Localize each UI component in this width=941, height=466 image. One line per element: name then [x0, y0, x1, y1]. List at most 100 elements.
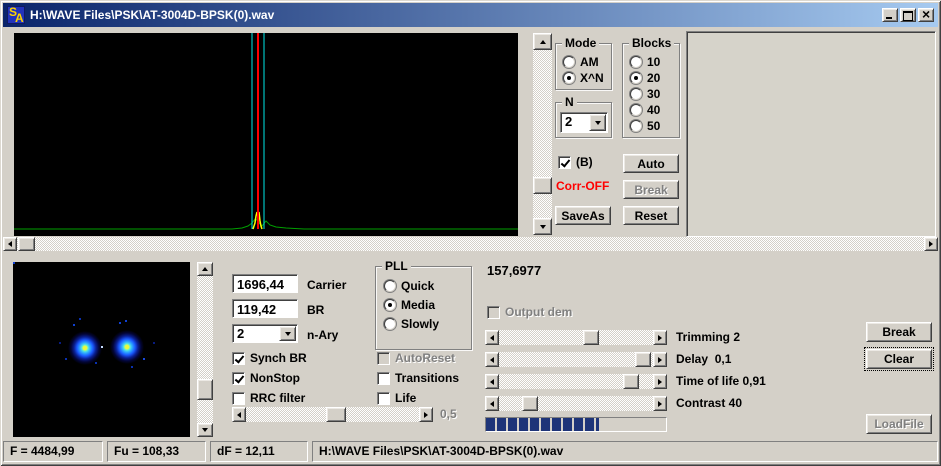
radio-blocks-40[interactable]: 40 — [630, 103, 660, 117]
radio-pll-slowly[interactable]: Slowly — [384, 317, 439, 331]
slider-left-button[interactable] — [485, 352, 499, 367]
slider-track[interactable] — [485, 374, 667, 389]
progress-bar — [485, 417, 667, 432]
slider-thumb[interactable] — [623, 374, 639, 389]
constellation-display — [13, 262, 190, 437]
radio-pll-media[interactable]: Media — [384, 298, 435, 312]
close-icon[interactable] — [918, 8, 934, 22]
reset-button[interactable]: Reset — [623, 206, 679, 225]
radio-label: AM — [580, 55, 599, 69]
autoreset-checkbox: AutoReset — [377, 351, 455, 365]
right-arrow-icon — [929, 241, 933, 247]
radio-mode-xn[interactable]: X^N — [563, 71, 604, 85]
slider-left-button[interactable] — [232, 407, 246, 422]
auto-button[interactable]: Auto — [623, 154, 679, 173]
br-input[interactable]: 119,42 — [232, 299, 298, 318]
radio-blocks-50[interactable]: 50 — [630, 119, 660, 133]
title-bar[interactable]: S A H:\WAVE Files\PSK\AT-3004D-BPSK(0).w… — [3, 3, 938, 27]
status-panel-f: F = 4484,99 — [3, 441, 103, 462]
radio-blocks-10[interactable]: 10 — [630, 55, 660, 69]
nary-combobox[interactable]: 2 — [232, 324, 298, 343]
slider-thumb[interactable] — [583, 330, 599, 345]
slider-thumb[interactable] — [635, 352, 651, 367]
n-combobox[interactable]: 2 — [560, 112, 608, 133]
rrc-filter-checkbox[interactable]: RRC filter — [232, 391, 305, 405]
slider-right-button[interactable] — [653, 330, 667, 345]
scroll-up-button[interactable] — [533, 33, 552, 50]
rrc-slider[interactable] — [232, 407, 433, 422]
radio-label: 30 — [647, 87, 660, 101]
slider-left-button[interactable] — [485, 330, 499, 345]
slider-thumb[interactable] — [326, 407, 346, 422]
constellation-cluster-right — [109, 329, 145, 365]
constellation-vertical-scrollbar[interactable] — [197, 262, 213, 437]
synch-br-checkbox[interactable]: Synch BR — [232, 351, 307, 365]
maximize-icon[interactable] — [900, 8, 916, 22]
slider-track[interactable] — [485, 396, 667, 411]
slider-right-button[interactable] — [653, 396, 667, 411]
checkbox-label: (B) — [576, 155, 593, 169]
radio-pll-quick[interactable]: Quick — [384, 279, 434, 293]
checkbox-icon — [377, 392, 390, 405]
scroll-left-button[interactable] — [3, 237, 17, 251]
life-checkbox[interactable]: Life — [377, 391, 416, 405]
radio-label: 50 — [647, 119, 660, 133]
right-arrow-icon — [658, 335, 662, 341]
b-checkbox[interactable]: (B) — [558, 155, 593, 169]
slider-thumb[interactable] — [522, 396, 538, 411]
chevron-down-icon — [595, 121, 601, 125]
radio-selected-icon — [384, 299, 396, 311]
radio-label: Media — [401, 298, 435, 312]
contrast-slider[interactable] — [485, 396, 667, 411]
checkbox-checked-icon — [558, 156, 571, 169]
down-arrow-icon — [540, 225, 546, 229]
carrier-input[interactable]: 1696,44 — [232, 274, 298, 293]
radio-label: 10 — [647, 55, 660, 69]
scroll-down-button[interactable] — [197, 423, 213, 437]
blocks-group: Blocks 10 20 30 40 50 — [622, 43, 680, 138]
radio-blocks-30[interactable]: 30 — [630, 87, 660, 101]
scroll-thumb[interactable] — [533, 177, 552, 194]
slider-right-button[interactable] — [653, 374, 667, 389]
slider-right-button[interactable] — [419, 407, 433, 422]
left-arrow-icon — [8, 241, 12, 247]
app-window: S A H:\WAVE Files\PSK\AT-3004D-BPSK(0).w… — [0, 0, 941, 466]
radio-icon — [384, 280, 396, 292]
left-arrow-icon — [490, 379, 494, 385]
scroll-down-button[interactable] — [533, 218, 552, 235]
spectrum-horizontal-scrollbar[interactable] — [3, 237, 938, 251]
break-bottom-button[interactable]: Break — [866, 322, 932, 342]
clear-button[interactable]: Clear — [866, 349, 932, 369]
left-arrow-icon — [490, 335, 494, 341]
window-title: H:\WAVE Files\PSK\AT-3004D-BPSK(0).wav — [30, 8, 880, 22]
slider-right-button[interactable] — [653, 352, 667, 367]
scroll-right-button[interactable] — [924, 237, 938, 251]
radio-icon — [384, 318, 396, 330]
scroll-up-button[interactable] — [197, 262, 213, 276]
up-arrow-icon — [540, 40, 546, 44]
time-of-life-slider[interactable] — [485, 374, 667, 389]
scroll-thumb[interactable] — [197, 379, 213, 400]
dropdown-button[interactable] — [589, 114, 606, 131]
radio-blocks-20[interactable]: 20 — [630, 71, 660, 85]
slider-left-button[interactable] — [485, 374, 499, 389]
transitions-checkbox[interactable]: Transitions — [377, 371, 459, 385]
delay-slider[interactable] — [485, 352, 667, 367]
slider-track[interactable] — [485, 330, 667, 345]
nonstop-checkbox[interactable]: NonStop — [232, 371, 300, 385]
left-arrow-icon — [237, 412, 241, 418]
spectrum-display[interactable] — [14, 33, 518, 236]
spectrum-vertical-scrollbar[interactable] — [533, 33, 552, 235]
radio-mode-am[interactable]: AM — [563, 55, 599, 69]
scroll-thumb[interactable] — [18, 237, 35, 251]
radio-label: 20 — [647, 71, 660, 85]
slider-left-button[interactable] — [485, 396, 499, 411]
radio-icon — [630, 88, 642, 100]
trimming-slider[interactable] — [485, 330, 667, 345]
minimize-icon[interactable] — [882, 8, 898, 22]
saveas-button[interactable]: SaveAs — [555, 206, 611, 225]
time-of-life-label: Time of life 0,91 — [676, 374, 766, 389]
dropdown-button[interactable] — [279, 326, 296, 341]
up-arrow-icon — [202, 267, 208, 271]
radio-icon — [630, 120, 642, 132]
